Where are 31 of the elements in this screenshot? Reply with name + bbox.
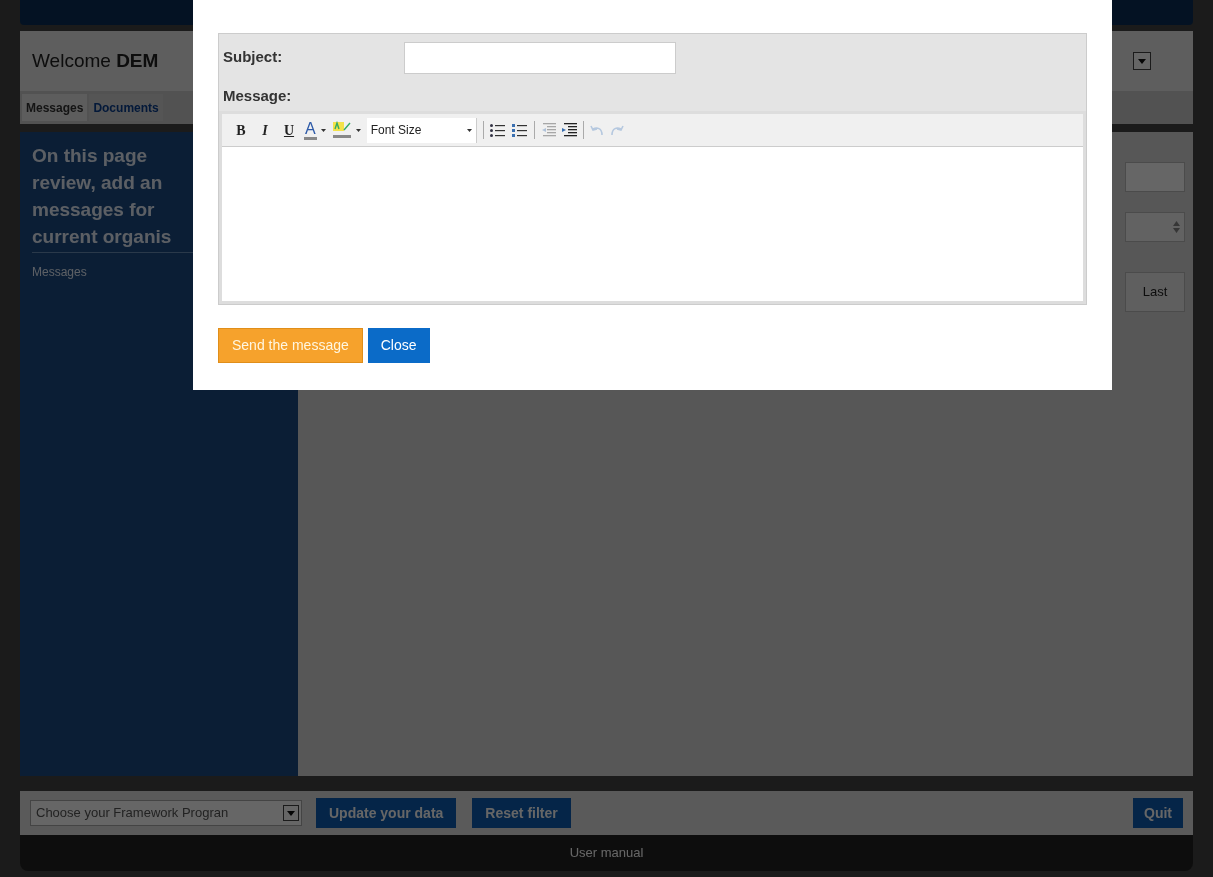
close-button[interactable]: Close — [367, 328, 430, 363]
spinner-field[interactable] — [1125, 212, 1185, 242]
intro-text: current organis — [32, 225, 172, 249]
indent-icon[interactable] — [561, 123, 577, 137]
highlighter-icon — [331, 121, 352, 139]
italic-button[interactable]: I — [256, 120, 274, 140]
last-button[interactable]: Last — [1125, 272, 1185, 312]
underline-button[interactable]: U — [280, 120, 298, 140]
bold-button[interactable]: B — [232, 120, 250, 140]
numbered-list-icon[interactable] — [511, 122, 528, 138]
subject-label: Subject: — [222, 47, 284, 68]
bullet-list-icon[interactable] — [489, 122, 506, 138]
spinner-arrows-icon[interactable] — [1173, 221, 1180, 233]
sidebar-link[interactable]: Messages — [32, 263, 87, 281]
font-color-button[interactable]: A — [304, 119, 326, 141]
intro-text: On this page — [32, 144, 148, 168]
welcome-text: Welcome DEM — [32, 48, 159, 73]
user-manual-link[interactable]: User manual — [569, 843, 644, 863]
search-field[interactable] — [1125, 162, 1185, 192]
toolbar-button[interactable]: Reset filter — [472, 798, 571, 828]
font-size-select[interactable]: Font Size — [366, 117, 477, 143]
message-label: Message: — [222, 85, 292, 106]
quit-button[interactable]: Quit — [1133, 798, 1183, 828]
send-message-button[interactable]: Send the message — [218, 328, 363, 363]
tab[interactable]: Messages — [22, 94, 88, 121]
program-select[interactable]: Choose your Framework Progran — [30, 800, 302, 826]
rich-text-editor[interactable]: B I U A Font Size — [219, 111, 1086, 304]
intro-text: messages for — [32, 198, 155, 222]
toolbar-button[interactable]: Update your data — [316, 798, 457, 828]
intro-text: review, add an — [32, 171, 163, 195]
subject-field[interactable] — [404, 41, 676, 74]
